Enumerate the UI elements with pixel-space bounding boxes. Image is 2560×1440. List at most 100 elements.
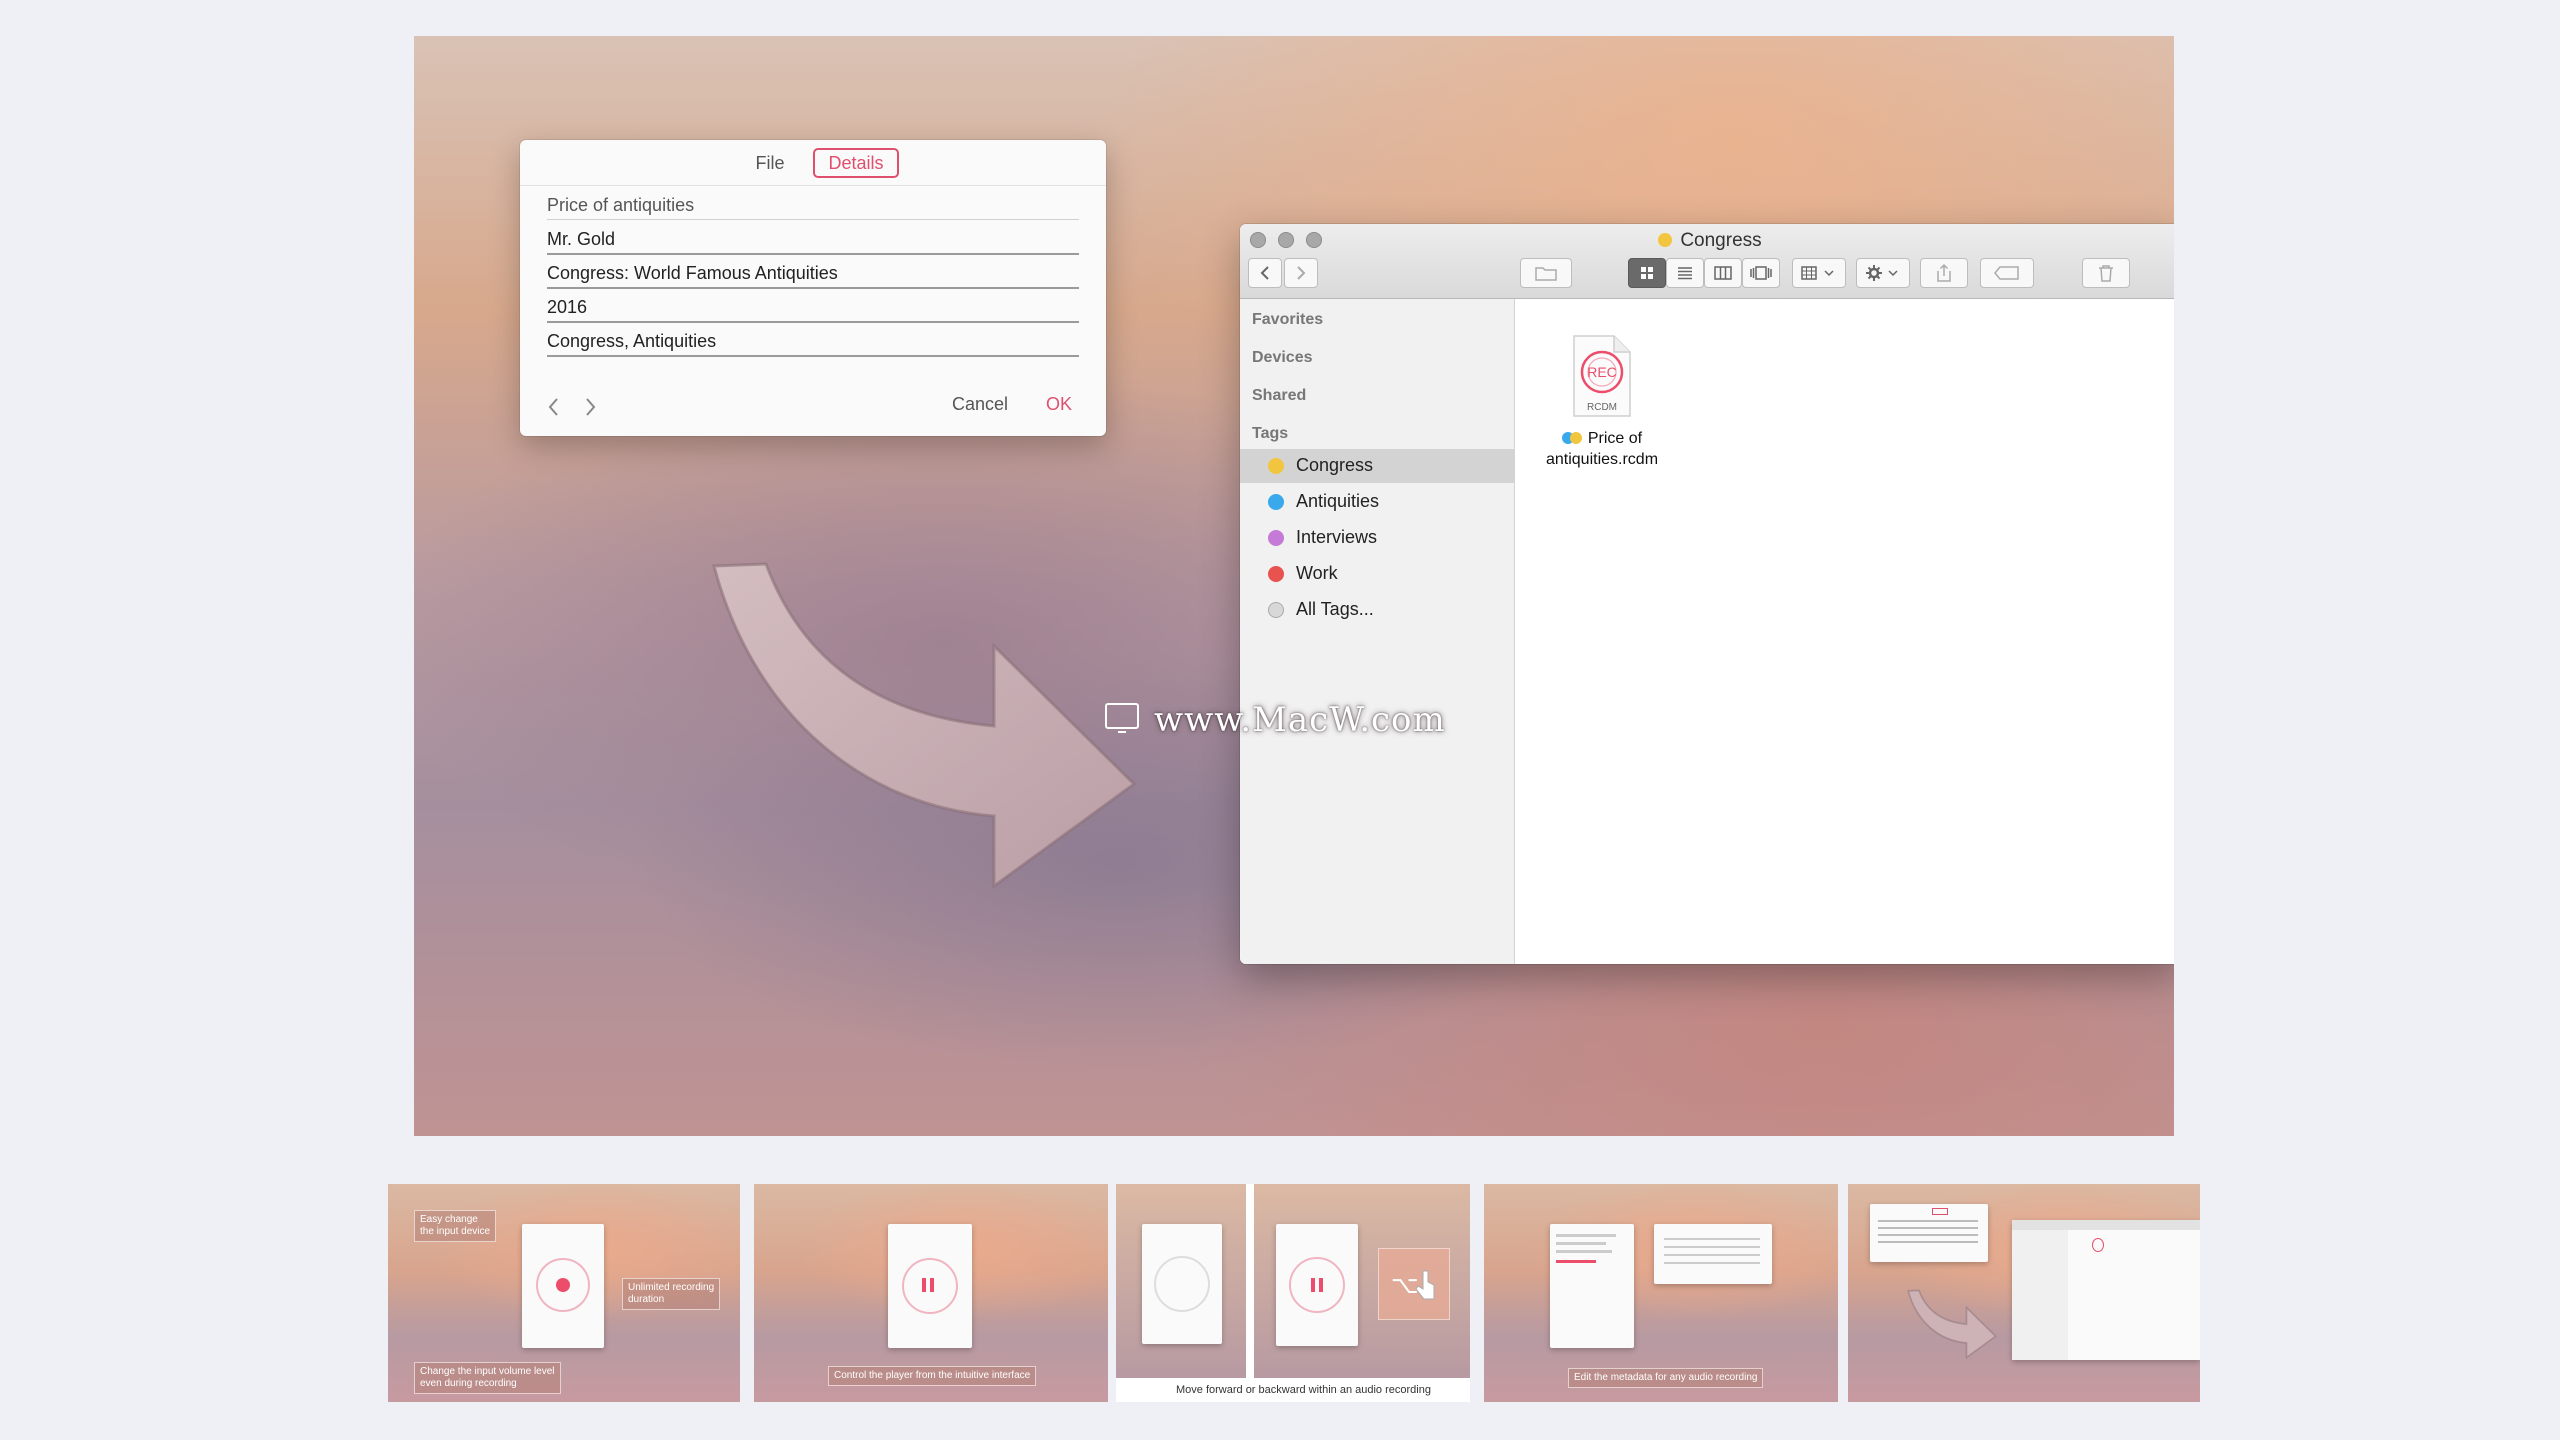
thumbnail-4[interactable]: Edit the metadata for any audio recordin… bbox=[1484, 1184, 1838, 1402]
coverflow-icon bbox=[1750, 266, 1772, 280]
share-icon bbox=[1937, 263, 1951, 282]
pause-icon bbox=[1311, 1278, 1315, 1292]
sidebar-item-all-tags[interactable]: All Tags... bbox=[1240, 593, 1514, 627]
tab-details[interactable]: Details bbox=[813, 148, 899, 178]
file-item[interactable]: REC RCDM Price of antiquities.rcdm bbox=[1532, 334, 1672, 470]
caption-volume: Change the input volume level even durin… bbox=[414, 1362, 561, 1394]
thumbnail-1[interactable]: Easy change the input device Unlimited r… bbox=[388, 1184, 740, 1402]
svg-text:RCDM: RCDM bbox=[1587, 402, 1617, 413]
tag-button[interactable] bbox=[1980, 258, 2034, 288]
mini-recorder-window bbox=[1550, 1224, 1634, 1348]
thumbnail-2[interactable]: Control the player from the intuitive in… bbox=[754, 1184, 1108, 1402]
caption-player: Control the player from the intuitive in… bbox=[828, 1366, 1037, 1386]
keyboard-hint: ⌥ bbox=[1378, 1248, 1450, 1320]
mini-player-window bbox=[888, 1224, 972, 1348]
yellow-tag-icon bbox=[1569, 432, 1582, 444]
sidebar-item-label: Antiquities bbox=[1296, 491, 1380, 511]
gear-icon bbox=[1866, 265, 1898, 281]
chevron-left-icon[interactable] bbox=[542, 392, 566, 422]
thumbnail-5[interactable] bbox=[1848, 1184, 2200, 1402]
sidebar-item-work[interactable]: Work bbox=[1240, 557, 1514, 591]
sidebar-section-tags[interactable]: Tags bbox=[1252, 425, 1288, 443]
mini-metadata-dialog bbox=[1870, 1204, 1988, 1262]
svg-text:⌥: ⌥ bbox=[1391, 1271, 1419, 1299]
dialog-footer: Cancel OK bbox=[520, 380, 1106, 436]
artist-field[interactable]: Mr. Gold bbox=[547, 220, 1079, 255]
svg-text:REC: REC bbox=[1587, 364, 1617, 380]
tag-dot-icon bbox=[1658, 233, 1673, 247]
mini-metadata-dialog bbox=[1654, 1224, 1772, 1284]
chevron-left-icon bbox=[1260, 266, 1269, 280]
coverflow-view-button[interactable] bbox=[1742, 258, 1780, 288]
tags-field[interactable]: Congress, Antiquities bbox=[547, 322, 1079, 357]
sidebar-item-label: Congress bbox=[1296, 455, 1374, 475]
main-preview: File Details Price of antiquities Mr. Go… bbox=[414, 36, 2174, 1136]
sidebar-item-congress[interactable]: Congress bbox=[1240, 449, 1514, 483]
chevron-right-icon[interactable] bbox=[578, 392, 602, 422]
yellow-tag-icon bbox=[1268, 458, 1284, 474]
ok-button[interactable]: OK bbox=[1046, 394, 1072, 415]
columns-icon bbox=[1714, 266, 1732, 280]
arrange-icon bbox=[1801, 266, 1834, 280]
caption-seek: Move forward or backward within an audio… bbox=[1176, 1384, 1431, 1396]
list-view-button[interactable] bbox=[1666, 258, 1704, 288]
mini-recorder-window bbox=[522, 1224, 604, 1348]
folder-icon bbox=[1535, 267, 1557, 281]
mini-player-window bbox=[1276, 1224, 1358, 1346]
tab-file[interactable]: File bbox=[736, 148, 804, 178]
red-tag-icon bbox=[1268, 566, 1284, 582]
finder-sidebar: Favorites Devices Shared Tags Congress A… bbox=[1240, 299, 1515, 964]
column-view-button[interactable] bbox=[1704, 258, 1742, 288]
metadata-dialog: File Details Price of antiquities Mr. Go… bbox=[520, 140, 1106, 436]
thumbnail-3[interactable]: ⌥ Move forward or backward within an aud… bbox=[1116, 1184, 1470, 1402]
recording-file-icon: REC RCDM bbox=[1570, 334, 1634, 418]
year-field[interactable]: 2016 bbox=[547, 288, 1079, 323]
tag-icon bbox=[1994, 266, 2019, 280]
forward-button[interactable] bbox=[1284, 258, 1318, 288]
ring-icon bbox=[1154, 1256, 1210, 1312]
all-tags-icon bbox=[1268, 602, 1284, 618]
sidebar-item-label: Interviews bbox=[1296, 527, 1378, 547]
sidebar-section-devices[interactable]: Devices bbox=[1252, 349, 1313, 367]
sidebar-item-antiquities[interactable]: Antiquities bbox=[1240, 485, 1514, 519]
cancel-button[interactable]: Cancel bbox=[952, 394, 1008, 415]
icon-view-button[interactable] bbox=[1628, 258, 1666, 288]
mini-finder-window bbox=[2012, 1220, 2200, 1360]
new-folder-button[interactable] bbox=[1520, 258, 1572, 288]
finder-toolbar: Congress bbox=[1240, 224, 2174, 299]
back-button[interactable] bbox=[1248, 258, 1282, 288]
watermark: www.MacW.com bbox=[1154, 700, 1446, 740]
album-field[interactable]: Congress: World Famous Antiquities bbox=[547, 254, 1079, 289]
pause-icon bbox=[922, 1278, 926, 1292]
arrange-button[interactable] bbox=[1792, 258, 1846, 288]
hand-pointer-icon: ⌥ bbox=[1391, 1270, 1435, 1300]
blue-tag-icon bbox=[1268, 494, 1284, 510]
sidebar-item-label: Work bbox=[1296, 563, 1338, 583]
caption-metadata: Edit the metadata for any audio recordin… bbox=[1568, 1368, 1764, 1388]
sidebar-section-favorites[interactable]: Favorites bbox=[1252, 311, 1323, 329]
file-name: Price of antiquities.rcdm bbox=[1545, 430, 1659, 468]
action-button[interactable] bbox=[1856, 258, 1910, 288]
trash-icon bbox=[2099, 265, 2113, 282]
ring-icon bbox=[1289, 1257, 1345, 1313]
chevron-right-icon bbox=[1297, 266, 1306, 280]
curved-arrow-icon bbox=[1907, 1289, 1997, 1360]
share-button[interactable] bbox=[1920, 258, 1968, 288]
curved-arrow-icon bbox=[712, 562, 1137, 889]
finder-window: Congress Favorites Devices Shared Tags C… bbox=[1240, 224, 2174, 964]
caption-duration: Unlimited recording duration bbox=[622, 1278, 721, 1310]
list-icon bbox=[1678, 267, 1692, 280]
watermark-logo-icon bbox=[1105, 703, 1139, 733]
record-icon bbox=[556, 1278, 570, 1292]
grid-icon bbox=[1641, 267, 1653, 279]
recording-file-icon bbox=[2092, 1238, 2104, 1252]
sidebar-section-shared[interactable]: Shared bbox=[1252, 387, 1306, 405]
sidebar-item-interviews[interactable]: Interviews bbox=[1240, 521, 1514, 555]
dialog-tabs: File Details bbox=[520, 140, 1106, 186]
delete-button[interactable] bbox=[2082, 258, 2130, 288]
purple-tag-icon bbox=[1268, 530, 1284, 546]
title-field[interactable]: Price of antiquities bbox=[547, 186, 1079, 220]
caption-input-device: Easy change the input device bbox=[414, 1210, 497, 1242]
sidebar-item-label: All Tags... bbox=[1296, 599, 1374, 619]
mini-player-window bbox=[1142, 1224, 1222, 1344]
